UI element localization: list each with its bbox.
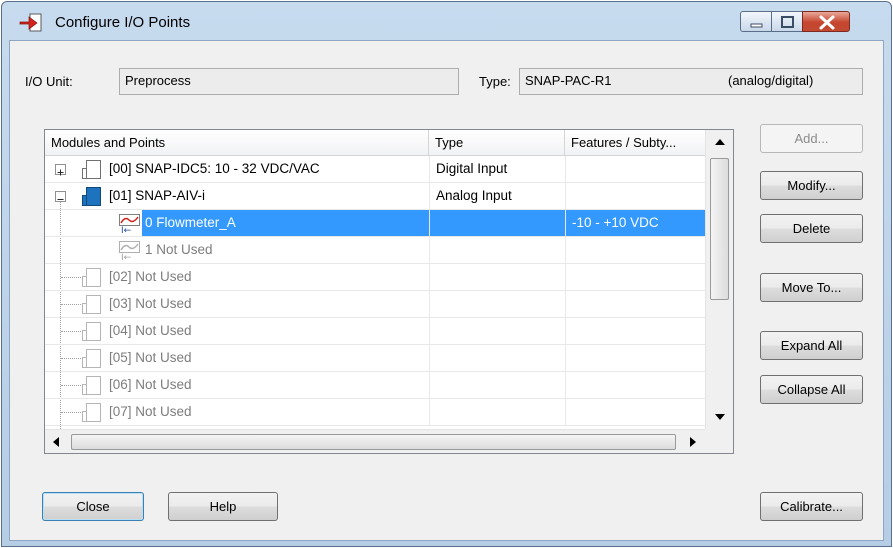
dialog-client-area: I/O Unit: Preprocess Type: SNAP-PAC-R1 (… [9, 40, 884, 541]
io-unit-field[interactable]: Preprocess [119, 68, 459, 95]
row-label: 1 Not Used [145, 242, 213, 257]
add-button[interactable]: Add... [760, 124, 863, 153]
module-icon [82, 160, 101, 179]
row-feature: -10 - +10 VDC [565, 210, 705, 237]
row-type: Analog Input [429, 183, 565, 210]
table-row[interactable]: [03] Not Used [45, 291, 705, 318]
scroll-up-icon[interactable] [715, 139, 725, 145]
row-label: [05] Not Used [109, 350, 192, 365]
expand-icon[interactable] [55, 164, 66, 176]
table-row[interactable]: [01] SNAP-AIV-i Analog Input [45, 183, 705, 210]
row-label: [04] Not Used [109, 323, 192, 338]
table-row[interactable]: [06] Not Used [45, 372, 705, 399]
dialog-window: Configure I/O Points I/O Unit: Preproces… [1, 1, 892, 547]
row-label: [03] Not Used [109, 296, 192, 311]
type-subvalue: (analog/digital) [728, 73, 814, 88]
module-icon [82, 376, 101, 395]
row-type [429, 345, 565, 372]
vertical-scrollbar[interactable] [705, 130, 733, 429]
row-type [429, 291, 565, 318]
row-feature [565, 291, 705, 318]
column-features-subtype[interactable]: Features / Subty... [565, 130, 705, 156]
io-unit-label: I/O Unit: [25, 74, 73, 89]
delete-button[interactable]: Delete [760, 214, 863, 243]
row-label: [07] Not Used [109, 404, 192, 419]
row-type [429, 237, 565, 264]
close-icon [819, 15, 835, 30]
module-icon [82, 268, 101, 287]
minimize-button[interactable] [740, 11, 772, 32]
row-feature [565, 399, 705, 426]
module-icon [82, 403, 101, 422]
row-feature [565, 318, 705, 345]
analog-point-icon: I← [119, 214, 140, 234]
row-type [429, 318, 565, 345]
table-row[interactable]: [02] Not Used [45, 264, 705, 291]
app-icon [19, 13, 42, 32]
table-row[interactable]: [07] Not Used [45, 399, 705, 426]
row-label: [01] SNAP-AIV-i [109, 188, 206, 203]
scroll-left-icon[interactable] [53, 437, 59, 447]
column-modules-and-points[interactable]: Modules and Points [45, 130, 429, 156]
horizontal-scrollbar[interactable] [45, 429, 705, 453]
close-window-button[interactable] [802, 11, 850, 32]
list-header: Modules and Points Type Features / Subty… [45, 130, 705, 156]
row-type [429, 372, 565, 399]
row-type [429, 264, 565, 291]
row-label: [02] Not Used [109, 269, 192, 284]
help-button[interactable]: Help [168, 492, 278, 521]
module-icon [82, 349, 101, 368]
table-row[interactable]: [00] SNAP-IDC5: 10 - 32 VDC/VAC Digital … [45, 156, 705, 183]
modify-button[interactable]: Modify... [760, 171, 863, 200]
calibrate-button[interactable]: Calibrate... [760, 492, 863, 521]
table-row[interactable]: I← 0 Flowmeter_A -10 - +10 VDC [45, 210, 705, 237]
scrollbar-corner [705, 429, 733, 453]
list-body: [00] SNAP-IDC5: 10 - 32 VDC/VAC Digital … [45, 156, 705, 429]
minimize-icon [750, 23, 763, 28]
type-field[interactable]: SNAP-PAC-R1 (analog/digital) [519, 68, 863, 95]
row-type [429, 399, 565, 426]
svg-text:I←: I← [121, 253, 132, 261]
analog-point-icon: I← [119, 241, 140, 261]
vertical-scroll-thumb[interactable] [710, 158, 729, 300]
title-bar[interactable]: Configure I/O Points [2, 2, 891, 40]
row-type [429, 210, 565, 237]
row-label: [06] Not Used [109, 377, 192, 392]
row-type: Digital Input [429, 156, 565, 183]
collapse-icon[interactable] [55, 191, 66, 202]
row-feature [565, 183, 705, 210]
row-label: 0 Flowmeter_A [145, 215, 236, 230]
row-feature [565, 372, 705, 399]
row-feature [565, 237, 705, 264]
maximize-button[interactable] [771, 11, 803, 32]
type-value: SNAP-PAC-R1 [525, 73, 612, 88]
scroll-right-icon[interactable] [690, 437, 696, 447]
io-points-list[interactable]: Modules and Points Type Features / Subty… [44, 129, 734, 454]
module-icon [82, 322, 101, 341]
io-unit-value: Preprocess [125, 73, 191, 88]
row-feature [565, 156, 705, 183]
collapse-all-button[interactable]: Collapse All [760, 375, 863, 404]
table-row[interactable]: [05] Not Used [45, 345, 705, 372]
move-to-button[interactable]: Move To... [760, 273, 863, 302]
type-label: Type: [479, 74, 511, 89]
row-feature [565, 264, 705, 291]
column-type[interactable]: Type [429, 130, 565, 156]
expand-all-button[interactable]: Expand All [760, 331, 863, 360]
table-row[interactable]: [04] Not Used [45, 318, 705, 345]
horizontal-scroll-thumb[interactable] [71, 434, 676, 450]
window-title: Configure I/O Points [55, 14, 191, 31]
maximize-icon [781, 16, 794, 28]
module-icon [82, 295, 101, 314]
module-icon [82, 187, 101, 206]
row-feature [565, 345, 705, 372]
close-button[interactable]: Close [42, 492, 144, 521]
scroll-down-icon[interactable] [715, 414, 725, 420]
row-label: [00] SNAP-IDC5: 10 - 32 VDC/VAC [109, 161, 320, 176]
svg-text:I←: I← [121, 226, 132, 234]
table-row[interactable]: I← 1 Not Used [45, 237, 705, 264]
